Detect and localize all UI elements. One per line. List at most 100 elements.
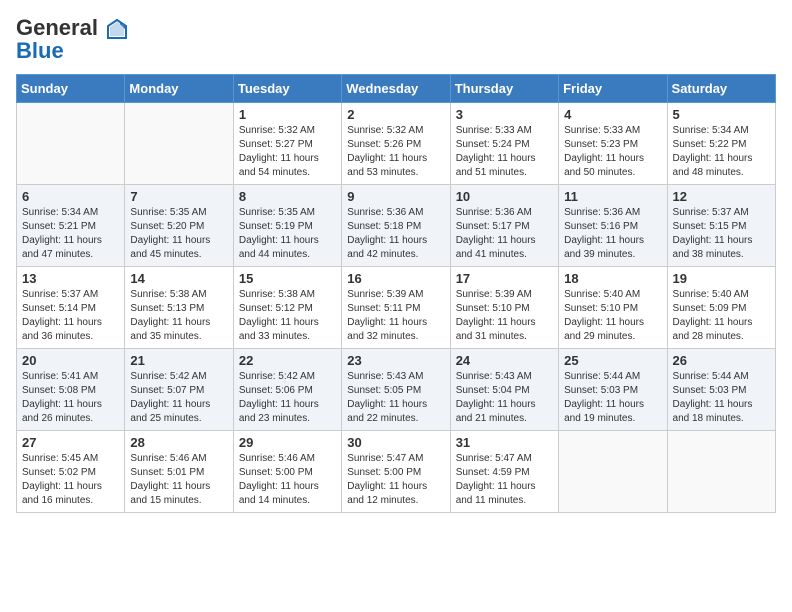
calendar-day-cell: 3 Sunrise: 5:33 AMSunset: 5:24 PMDaylight… [450,103,558,185]
day-content: Sunrise: 5:44 AMSunset: 5:03 PMDaylight:… [564,370,661,426]
day-content: Sunrise: 5:38 AMSunset: 5:13 PMDaylight:… [130,288,227,344]
day-number: 14 [130,271,227,286]
calendar-day-cell: 31 Sunrise: 5:47 AMSunset: 4:59 PMDayligh… [450,431,558,513]
calendar-day-cell [559,431,667,513]
calendar-day-cell: 2 Sunrise: 5:32 AMSunset: 5:26 PMDaylight… [342,103,450,185]
calendar-day-cell: 1 Sunrise: 5:32 AMSunset: 5:27 PMDaylight… [233,103,341,185]
calendar-day-cell: 17 Sunrise: 5:39 AMSunset: 5:10 PMDayligh… [450,267,558,349]
calendar-day-cell: 26 Sunrise: 5:44 AMSunset: 5:03 PMDayligh… [667,349,775,431]
day-number: 15 [239,271,336,286]
day-content: Sunrise: 5:42 AMSunset: 5:06 PMDaylight:… [239,370,336,426]
calendar-day-cell: 7Sunrise: 5:35 AMSunset: 5:20 PMDaylight… [125,185,233,267]
day-number: 6 [22,189,119,204]
day-number: 28 [130,435,227,450]
day-number: 29 [239,435,336,450]
calendar-day-cell: 12 Sunrise: 5:37 AMSunset: 5:15 PMDayligh… [667,185,775,267]
calendar-day-cell: 8Sunrise: 5:35 AMSunset: 5:19 PMDaylight… [233,185,341,267]
day-number: 13 [22,271,119,286]
calendar-day-cell: 10 Sunrise: 5:36 AMSunset: 5:17 PMDayligh… [450,185,558,267]
calendar-day-cell: 4 Sunrise: 5:33 AMSunset: 5:23 PMDaylight… [559,103,667,185]
calendar-day-cell: 30 Sunrise: 5:47 AMSunset: 5:00 PMDayligh… [342,431,450,513]
day-content: Sunrise: 5:40 AMSunset: 5:09 PMDaylight:… [673,288,770,344]
day-number: 30 [347,435,444,450]
day-content: Sunrise: 5:39 AMSunset: 5:10 PMDaylight:… [456,288,553,344]
logo: General Blue [16,16,128,62]
calendar-day-cell: 11Sunrise: 5:36 AMSunset: 5:16 PMDayligh… [559,185,667,267]
day-number: 17 [456,271,553,286]
calendar-weekday-header: Sunday [17,75,125,103]
day-content: Sunrise: 5:36 AMSunset: 5:18 PMDaylight:… [347,206,444,262]
calendar-day-cell: 29Sunrise: 5:46 AMSunset: 5:00 PMDayligh… [233,431,341,513]
day-number: 5 [673,107,770,122]
day-number: 1 [239,107,336,122]
day-content: Sunrise: 5:38 AMSunset: 5:12 PMDaylight:… [239,288,336,344]
calendar-header-row: SundayMondayTuesdayWednesdayThursdayFrid… [17,75,776,103]
calendar-day-cell: 24Sunrise: 5:43 AMSunset: 5:04 PMDayligh… [450,349,558,431]
calendar-day-cell: 19 Sunrise: 5:40 AMSunset: 5:09 PMDayligh… [667,267,775,349]
calendar-weekday-header: Friday [559,75,667,103]
calendar-day-cell: 18Sunrise: 5:40 AMSunset: 5:10 PMDayligh… [559,267,667,349]
day-content: Sunrise: 5:32 AMSunset: 5:26 PMDaylight:… [347,124,444,180]
day-number: 3 [456,107,553,122]
day-content: Sunrise: 5:40 AMSunset: 5:10 PMDaylight:… [564,288,661,344]
day-content: Sunrise: 5:45 AMSunset: 5:02 PMDaylight:… [22,452,119,508]
calendar-day-cell: 15 Sunrise: 5:38 AMSunset: 5:12 PMDayligh… [233,267,341,349]
day-number: 22 [239,353,336,368]
calendar-day-cell: 22 Sunrise: 5:42 AMSunset: 5:06 PMDayligh… [233,349,341,431]
day-content: Sunrise: 5:46 AMSunset: 5:01 PMDaylight:… [130,452,227,508]
calendar-day-cell: 25Sunrise: 5:44 AMSunset: 5:03 PMDayligh… [559,349,667,431]
day-number: 12 [673,189,770,204]
calendar-table: SundayMondayTuesdayWednesdayThursdayFrid… [16,74,776,513]
day-number: 23 [347,353,444,368]
day-content: Sunrise: 5:35 AMSunset: 5:19 PMDaylight:… [239,206,336,262]
day-number: 21 [130,353,227,368]
calendar-day-cell: 13Sunrise: 5:37 AMSunset: 5:14 PMDayligh… [17,267,125,349]
day-number: 26 [673,353,770,368]
day-content: Sunrise: 5:36 AMSunset: 5:17 PMDaylight:… [456,206,553,262]
day-number: 20 [22,353,119,368]
day-number: 2 [347,107,444,122]
day-content: Sunrise: 5:43 AMSunset: 5:04 PMDaylight:… [456,370,553,426]
calendar-weekday-header: Thursday [450,75,558,103]
day-content: Sunrise: 5:34 AMSunset: 5:21 PMDaylight:… [22,206,119,262]
day-content: Sunrise: 5:47 AMSunset: 5:00 PMDaylight:… [347,452,444,508]
calendar-weekday-header: Monday [125,75,233,103]
day-content: Sunrise: 5:47 AMSunset: 4:59 PMDaylight:… [456,452,553,508]
calendar-week-row: 1 Sunrise: 5:32 AMSunset: 5:27 PMDaylight… [17,103,776,185]
day-content: Sunrise: 5:44 AMSunset: 5:03 PMDaylight:… [673,370,770,426]
calendar-day-cell [125,103,233,185]
day-number: 4 [564,107,661,122]
calendar-day-cell: 23 Sunrise: 5:43 AMSunset: 5:05 PMDayligh… [342,349,450,431]
day-content: Sunrise: 5:42 AMSunset: 5:07 PMDaylight:… [130,370,227,426]
day-content: Sunrise: 5:39 AMSunset: 5:11 PMDaylight:… [347,288,444,344]
calendar-weekday-header: Wednesday [342,75,450,103]
calendar-day-cell: 20Sunrise: 5:41 AMSunset: 5:08 PMDayligh… [17,349,125,431]
day-content: Sunrise: 5:37 AMSunset: 5:15 PMDaylight:… [673,206,770,262]
day-number: 31 [456,435,553,450]
day-content: Sunrise: 5:33 AMSunset: 5:23 PMDaylight:… [564,124,661,180]
logo-blue: Blue [16,40,64,62]
day-content: Sunrise: 5:36 AMSunset: 5:16 PMDaylight:… [564,206,661,262]
day-content: Sunrise: 5:35 AMSunset: 5:20 PMDaylight:… [130,206,227,262]
day-number: 19 [673,271,770,286]
calendar-day-cell: 27 Sunrise: 5:45 AMSunset: 5:02 PMDayligh… [17,431,125,513]
calendar-weekday-header: Saturday [667,75,775,103]
calendar-weekday-header: Tuesday [233,75,341,103]
day-number: 10 [456,189,553,204]
logo-icon [106,18,128,40]
calendar-day-cell: 9 Sunrise: 5:36 AMSunset: 5:18 PMDaylight… [342,185,450,267]
day-content: Sunrise: 5:33 AMSunset: 5:24 PMDaylight:… [456,124,553,180]
day-content: Sunrise: 5:32 AMSunset: 5:27 PMDaylight:… [239,124,336,180]
page-header: General Blue [16,16,776,62]
calendar-day-cell: 21 Sunrise: 5:42 AMSunset: 5:07 PMDayligh… [125,349,233,431]
day-number: 27 [22,435,119,450]
calendar-week-row: 20Sunrise: 5:41 AMSunset: 5:08 PMDayligh… [17,349,776,431]
calendar-day-cell: 6 Sunrise: 5:34 AMSunset: 5:21 PMDaylight… [17,185,125,267]
day-number: 9 [347,189,444,204]
calendar-day-cell [667,431,775,513]
calendar-day-cell: 5Sunrise: 5:34 AMSunset: 5:22 PMDaylight… [667,103,775,185]
calendar-week-row: 13Sunrise: 5:37 AMSunset: 5:14 PMDayligh… [17,267,776,349]
day-content: Sunrise: 5:43 AMSunset: 5:05 PMDaylight:… [347,370,444,426]
calendar-day-cell [17,103,125,185]
calendar-day-cell: 28 Sunrise: 5:46 AMSunset: 5:01 PMDayligh… [125,431,233,513]
